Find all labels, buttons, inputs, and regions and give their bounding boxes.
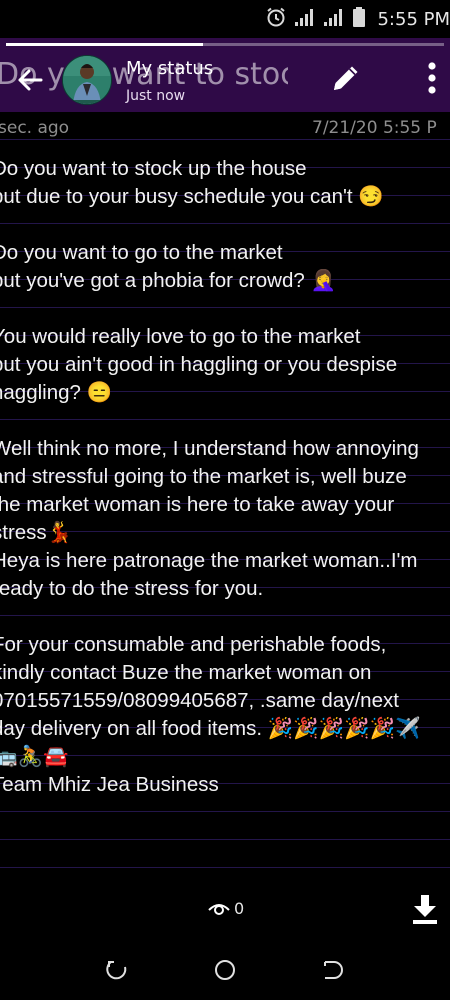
note-line: but due to your busy schedule you can't … bbox=[0, 185, 384, 208]
note-body: Do you want to stock up the house but due… bbox=[0, 155, 450, 799]
alarm-icon bbox=[265, 6, 287, 32]
edit-pencil-icon bbox=[334, 66, 358, 90]
status-bar: 5:55 PM bbox=[0, 0, 450, 38]
more-vert-icon bbox=[428, 62, 436, 94]
home-button[interactable] bbox=[213, 958, 237, 982]
status-progress-track bbox=[6, 43, 444, 46]
recent-apps-icon bbox=[106, 961, 127, 980]
status-note[interactable]: sec. ago 7/21/20 5:55 P Do you want to s… bbox=[0, 112, 450, 892]
more-options-button[interactable] bbox=[418, 58, 446, 98]
status-title: My status bbox=[126, 58, 214, 79]
note-line: but you've got a phobia for crowd? 🤦‍♀️ bbox=[0, 269, 336, 292]
eye-icon bbox=[208, 903, 230, 915]
note-line: Well think no more, I understand how ann… bbox=[0, 437, 419, 460]
note-blank-line bbox=[0, 211, 450, 239]
note-line: stress💃 bbox=[0, 521, 73, 544]
battery-icon bbox=[352, 6, 366, 32]
note-line: Team Mhiz Jea Business bbox=[0, 773, 219, 796]
note-line: kindly contact Buze the market woman on bbox=[0, 661, 372, 684]
edit-button[interactable] bbox=[326, 58, 366, 98]
back-arrow-icon bbox=[18, 69, 43, 91]
note-line: Do you want to go to the market bbox=[0, 241, 283, 264]
note-line: 07015571559/08099405687, .same day/next bbox=[0, 689, 399, 712]
note-line: You would really love to go to the marke… bbox=[0, 325, 361, 348]
clock-time: 5:55 PM bbox=[377, 8, 450, 30]
note-line: the market woman is here to take away yo… bbox=[0, 493, 395, 516]
note-blank-line bbox=[0, 295, 450, 323]
note-line: but you ain't good in haggling or you de… bbox=[0, 353, 398, 376]
note-line: day delivery on all food items. 🎉🎉🎉🎉🎉✈️ bbox=[0, 717, 421, 740]
back-icon bbox=[324, 961, 343, 979]
recent-apps-button[interactable] bbox=[105, 958, 129, 982]
status-subtitle: Just now bbox=[126, 88, 186, 104]
note-line: haggling? 😑 bbox=[0, 381, 113, 404]
navigation-bar bbox=[0, 940, 450, 1000]
download-icon bbox=[413, 895, 437, 924]
note-blank-line bbox=[0, 407, 450, 435]
note-line: 🚌🚴🚘 bbox=[0, 745, 69, 768]
signal-icon bbox=[294, 7, 316, 31]
status-viewer-screen: 5:55 PM Do you want to stock up My statu… bbox=[0, 0, 450, 1000]
note-date: 7/21/20 5:55 P bbox=[312, 118, 437, 138]
note-line: Do you want to stock up the house bbox=[0, 157, 307, 180]
status-header: Do you want to stock up My status Just n… bbox=[0, 38, 450, 112]
note-line: For your consumable and perishable foods… bbox=[0, 633, 387, 656]
view-counter[interactable]: 0 bbox=[208, 899, 244, 918]
back-nav-button[interactable] bbox=[321, 958, 345, 982]
back-button[interactable] bbox=[12, 62, 48, 98]
note-age: sec. ago bbox=[0, 118, 70, 138]
signal-icon bbox=[323, 7, 345, 31]
avatar[interactable] bbox=[62, 55, 112, 105]
note-line: and stressful going to the market is, we… bbox=[0, 465, 407, 488]
note-line: Heya is here patronage the market woman.… bbox=[0, 549, 418, 572]
home-icon bbox=[215, 960, 235, 980]
view-count: 0 bbox=[234, 899, 245, 918]
note-blank-line bbox=[0, 603, 450, 631]
download-button[interactable] bbox=[410, 893, 440, 925]
note-line: ready to do the stress for you. bbox=[0, 577, 264, 600]
status-bar-right: 5:55 PM bbox=[265, 0, 450, 38]
status-progress-fill bbox=[6, 43, 204, 46]
avatar-person-image bbox=[63, 56, 111, 104]
